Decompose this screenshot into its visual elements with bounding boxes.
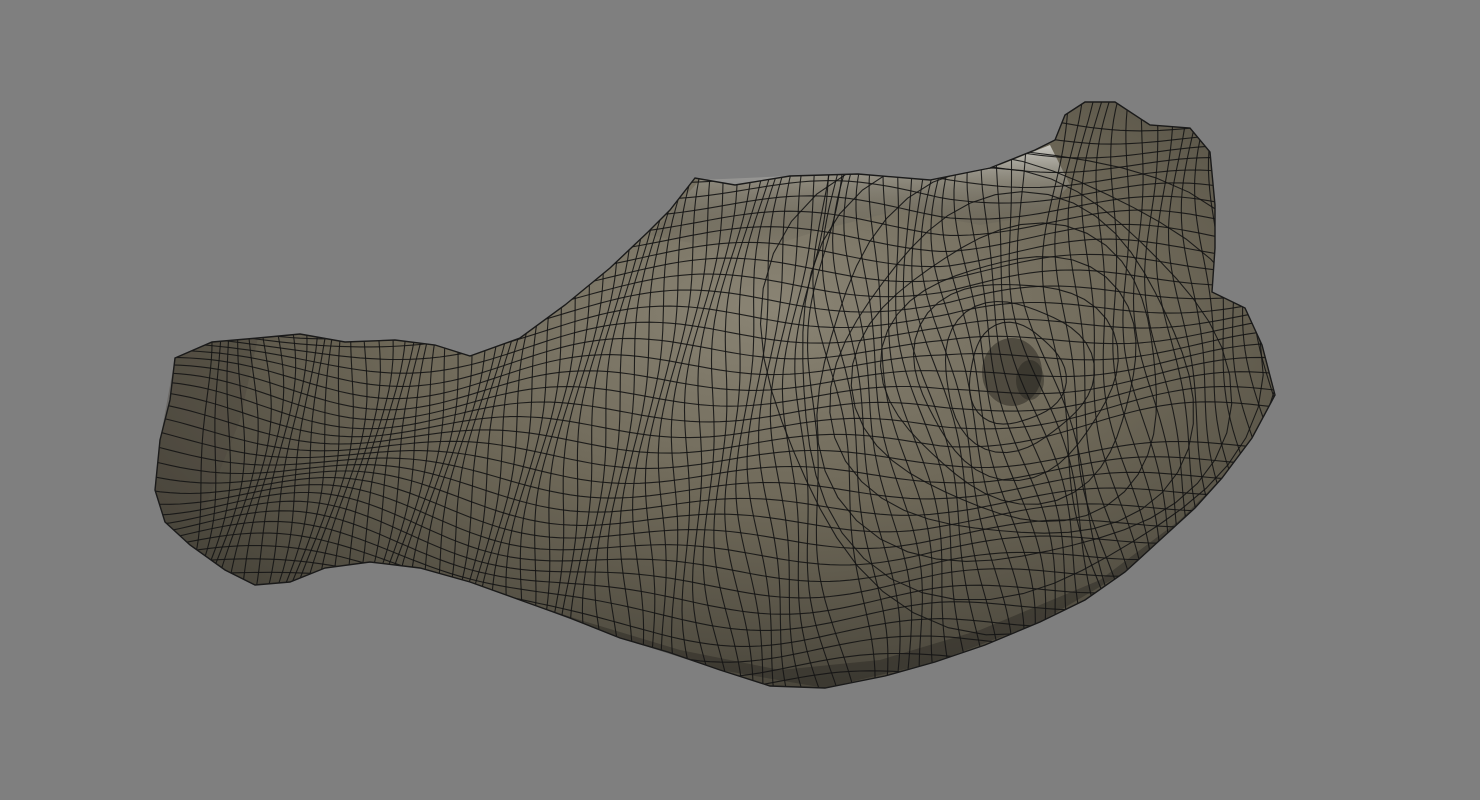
3d-viewport[interactable] xyxy=(0,0,1480,800)
mesh-edge xyxy=(1263,102,1275,688)
rock-render xyxy=(154,101,1276,689)
